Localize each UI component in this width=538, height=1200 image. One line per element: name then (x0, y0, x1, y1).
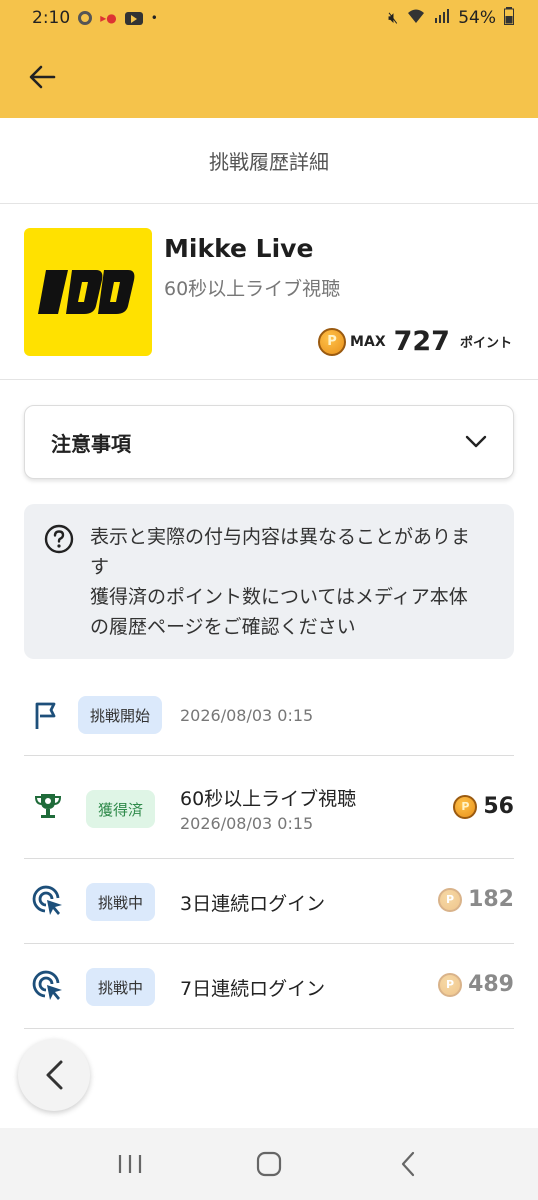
app-icon: ▸● (100, 11, 117, 25)
trophy-icon (34, 794, 62, 818)
status-badge: 獲得済 (86, 790, 156, 828)
back-button[interactable] (26, 61, 58, 93)
history-title: 3日連続ログイン (180, 893, 326, 915)
system-nav-bar (0, 1128, 538, 1200)
chevron-left-icon (46, 1060, 63, 1090)
status-badge: 挑戦開始 (78, 696, 163, 734)
notification-dot-icon: • (150, 11, 158, 25)
info-line: す (90, 556, 110, 578)
target-cursor-icon (32, 970, 62, 1000)
notice-accordion[interactable]: 注意事項 (24, 405, 514, 479)
history-row-start: 挑戦開始 2026/08/03 0:15 (24, 680, 514, 756)
home-button[interactable] (239, 1139, 299, 1189)
youtube-icon (124, 11, 143, 25)
info-line: 表示と実際の付与内容は異なることがありま (90, 526, 471, 548)
arrow-left-icon (29, 65, 56, 89)
max-points: P MAX 727 ポイント (318, 326, 512, 357)
app-bar (0, 36, 538, 118)
status-bar: 2:10 ▸● • 🔇︎ 54% (0, 0, 538, 36)
history-title: 60秒以上ライブ視聴 (180, 788, 357, 810)
notice-label: 注意事項 (51, 431, 131, 456)
question-icon (44, 524, 74, 554)
flag-icon (35, 702, 56, 729)
chrome-icon (78, 11, 93, 25)
signal-icon (434, 8, 450, 29)
history-points: P 489 (438, 972, 514, 997)
point-coin-icon: P (318, 327, 347, 356)
status-left: 2:10 ▸● • (32, 8, 158, 28)
page-title: 挑戦履歴詳細 (0, 118, 538, 204)
info-line: の履歴ページをご確認ください (90, 616, 356, 638)
system-back-button[interactable] (378, 1139, 438, 1189)
mikke-live-logo-icon (38, 270, 135, 314)
battery-percent: 54% (458, 8, 496, 28)
history-points: P 182 (438, 887, 514, 912)
history-points: P 56 (453, 794, 514, 819)
status-badge: 挑戦中 (86, 883, 156, 921)
floating-back-button[interactable] (18, 1039, 90, 1111)
points-value: 489 (468, 972, 514, 997)
wifi-icon (406, 8, 426, 29)
status-time: 2:10 (32, 8, 71, 28)
max-unit: ポイント (459, 336, 512, 351)
point-coin-icon: P (438, 887, 463, 912)
info-box: 表示と実際の付与内容は異なることがありま す 獲得済のポイント数についてはメディ… (24, 504, 514, 659)
recent-apps-icon (118, 1155, 141, 1173)
app-logo (24, 228, 152, 356)
status-right: 🔇︎ 54% (388, 6, 514, 30)
target-cursor-icon (32, 885, 62, 915)
app-card: Mikke Live 60秒以上ライブ視聴 P MAX 727 ポイント (0, 204, 538, 380)
points-value: 182 (468, 887, 514, 912)
max-label: MAX (350, 333, 386, 350)
points-value: 56 (483, 794, 514, 819)
mute-icon: 🔇︎ (388, 8, 399, 27)
history-row-in-progress: 挑戦中 3日連続ログイン P 182 (24, 859, 514, 944)
max-value: 727 (393, 326, 450, 357)
recent-apps-button[interactable] (100, 1139, 160, 1189)
history-date: 2026/08/03 0:15 (180, 706, 314, 725)
battery-icon (504, 6, 514, 30)
info-line: 獲得済のポイント数についてはメディア本体 (90, 586, 468, 608)
history-row-acquired: 獲得済 60秒以上ライブ視聴 2026/08/03 0:15 P 56 (24, 756, 514, 859)
history-date: 2026/08/03 0:15 (180, 814, 314, 833)
history-title: 7日連続ログイン (180, 978, 326, 1000)
history-row-in-progress: 挑戦中 7日連続ログイン P 489 (24, 944, 514, 1029)
point-coin-icon: P (438, 972, 463, 997)
home-icon (256, 1151, 282, 1177)
app-subtitle: 60秒以上ライブ視聴 (164, 278, 341, 300)
app-name: Mikke Live (164, 234, 314, 263)
back-chevron-icon (402, 1151, 415, 1177)
point-coin-icon: P (453, 794, 478, 819)
chevron-down-icon (465, 435, 487, 448)
status-badge: 挑戦中 (86, 968, 156, 1006)
